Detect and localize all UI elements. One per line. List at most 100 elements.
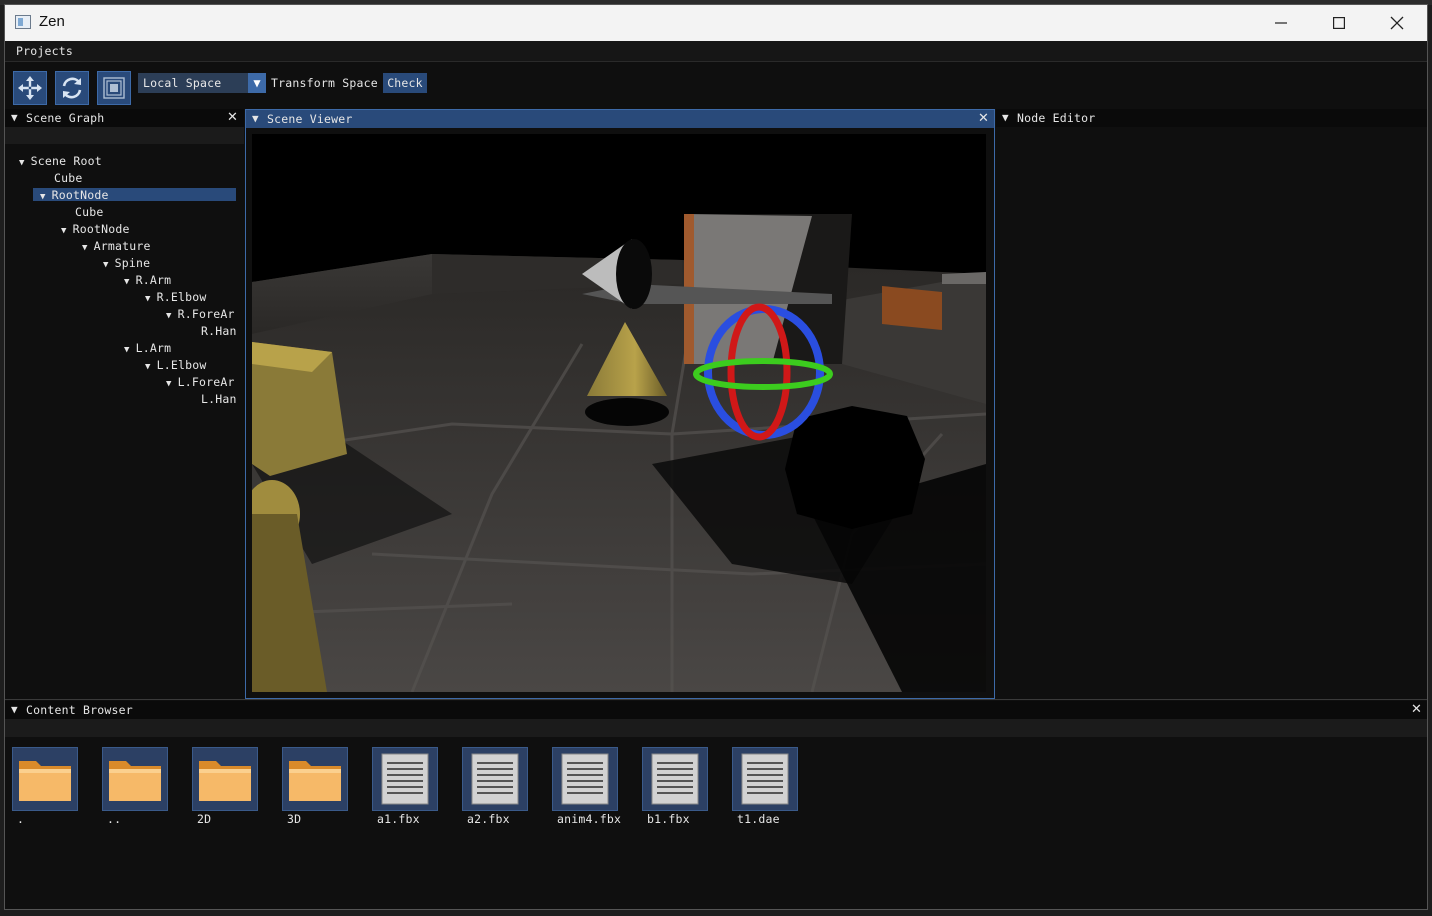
app-icon	[15, 15, 31, 29]
tree-node-label: R.ForeAr	[177, 307, 235, 321]
tree-node[interactable]: ▼ L.Arm	[124, 341, 171, 355]
collapse-triangle-icon[interactable]: ▼	[1002, 111, 1009, 124]
folder-tile	[282, 747, 348, 811]
tree-node[interactable]: ▼ Spine	[103, 256, 150, 270]
chevron-down-icon[interactable]: ▼	[248, 73, 266, 93]
tree-node-label: R.Arm	[135, 273, 172, 287]
tree-node-label: Armature	[93, 239, 151, 253]
tree-node[interactable]: Cube	[54, 171, 83, 185]
content-item-label: .	[17, 812, 25, 826]
expand-caret-icon: ▼	[103, 260, 109, 270]
close-panel-icon[interactable]: ✕	[978, 111, 989, 126]
tree-node[interactable]: ▼ R.ForeAr	[166, 307, 235, 321]
tree-node-label: Cube	[54, 171, 83, 185]
space-combo-value: Local Space	[143, 76, 222, 90]
menu-projects[interactable]: Projects	[16, 44, 73, 58]
tree-node[interactable]: L.Han	[201, 392, 237, 406]
content-browser-filter-bar[interactable]	[5, 719, 1427, 737]
file-item[interactable]: a1.fbx	[372, 747, 438, 826]
scene-graph-header[interactable]: ▼ Scene Graph ✕	[5, 109, 244, 127]
file-tile	[732, 747, 798, 811]
expand-caret-icon: ▼	[19, 158, 25, 168]
title-bar: Zen	[5, 5, 1427, 41]
folder-icon	[289, 761, 341, 801]
folder-tile	[102, 747, 168, 811]
tree-node-selected[interactable]: ▼ RootNode	[40, 188, 109, 202]
move-arrows-icon	[18, 76, 42, 100]
tree-node-label: Scene Root	[30, 154, 102, 168]
tree-node-label: RootNode	[72, 222, 130, 236]
rotate-tool-button[interactable]	[55, 71, 89, 105]
file-item[interactable]: t1.dae	[732, 747, 798, 826]
check-button[interactable]: Check	[383, 73, 427, 93]
document-icon	[741, 753, 789, 805]
tree-node[interactable]: ▼ L.ForeAr	[166, 375, 235, 389]
tree-node-label: R.Elbow	[156, 290, 207, 304]
expand-caret-icon: ▼	[145, 362, 151, 372]
scale-tool-button[interactable]	[97, 71, 131, 105]
window-title: Zen	[39, 13, 65, 30]
tree-node[interactable]: ▼ Armature	[82, 239, 151, 253]
rotate-icon	[62, 77, 82, 99]
file-tile	[642, 747, 708, 811]
scene-render	[252, 134, 986, 692]
maximize-button[interactable]	[1310, 5, 1368, 41]
tree-node[interactable]: ▼ L.Elbow	[145, 358, 207, 372]
file-item[interactable]: anim4.fbx	[552, 747, 621, 826]
collapse-triangle-icon[interactable]: ▼	[11, 111, 18, 124]
folder-icon	[19, 761, 71, 801]
minimize-button[interactable]	[1252, 5, 1310, 41]
toolbar: Local Space ▼ Transform Space Check	[5, 62, 1427, 108]
file-item[interactable]: a2.fbx	[462, 747, 528, 826]
tree-node-label: Cube	[75, 205, 104, 219]
document-icon	[381, 753, 429, 805]
content-item-label: a1.fbx	[377, 812, 420, 826]
tree-node[interactable]: ▼ R.Arm	[124, 273, 171, 287]
scene-graph-panel	[5, 127, 244, 697]
tree-node[interactable]: R.Han	[201, 324, 237, 338]
minimize-icon	[1275, 22, 1287, 24]
node-editor-panel[interactable]	[996, 127, 1427, 699]
space-combo[interactable]: Local Space ▼	[138, 73, 266, 93]
document-icon	[561, 753, 609, 805]
folder-item[interactable]: .	[12, 747, 78, 826]
folder-item[interactable]: 2D	[192, 747, 258, 826]
folder-item[interactable]: ..	[102, 747, 168, 826]
content-item-label: 3D	[287, 812, 302, 826]
tree-node[interactable]: Cube	[75, 205, 104, 219]
folder-icon	[109, 761, 161, 801]
close-panel-icon[interactable]: ✕	[1411, 702, 1422, 717]
maximize-icon	[1333, 17, 1345, 29]
content-item-label: t1.dae	[737, 812, 780, 826]
file-item[interactable]: b1.fbx	[642, 747, 708, 826]
translate-tool-button[interactable]	[13, 71, 47, 105]
collapse-triangle-icon[interactable]: ▼	[252, 112, 259, 125]
tree-node-label: RootNode	[51, 188, 109, 202]
tree-node[interactable]: ▼ Scene Root	[19, 154, 102, 168]
tree-node[interactable]: ▼ R.Elbow	[145, 290, 207, 304]
content-browser-header[interactable]: ▼ Content Browser ✕	[5, 701, 1427, 719]
scene-viewer-header[interactable]: ▼ Scene Viewer ✕	[246, 110, 994, 128]
transform-space-label: Transform Space	[271, 76, 378, 90]
folder-icon	[199, 761, 251, 801]
node-editor-header[interactable]: ▼ Node Editor	[996, 109, 1427, 127]
scene-viewer-title: Scene Viewer	[267, 112, 353, 126]
content-item-label: b1.fbx	[647, 812, 690, 826]
tree-node[interactable]: ▼ RootNode	[61, 222, 130, 236]
folder-item[interactable]: 3D	[282, 747, 348, 826]
content-browser-title: Content Browser	[26, 703, 133, 717]
expand-caret-icon: ▼	[61, 226, 67, 236]
tree-node-label: L.Elbow	[156, 358, 207, 372]
tree-node-label: Spine	[114, 256, 151, 270]
collapse-triangle-icon[interactable]: ▼	[11, 703, 18, 716]
expand-caret-icon: ▼	[166, 311, 172, 321]
expand-caret-icon: ▼	[40, 192, 46, 202]
scene-viewport[interactable]	[252, 134, 986, 692]
expand-caret-icon: ▼	[82, 243, 88, 253]
close-window-button[interactable]	[1368, 5, 1426, 41]
folder-tile	[12, 747, 78, 811]
menu-bar: Projects	[5, 41, 1427, 62]
close-panel-icon[interactable]: ✕	[227, 110, 238, 125]
scene-graph-filter-bar[interactable]	[5, 127, 244, 144]
tree-node-label: R.Han	[201, 324, 237, 338]
